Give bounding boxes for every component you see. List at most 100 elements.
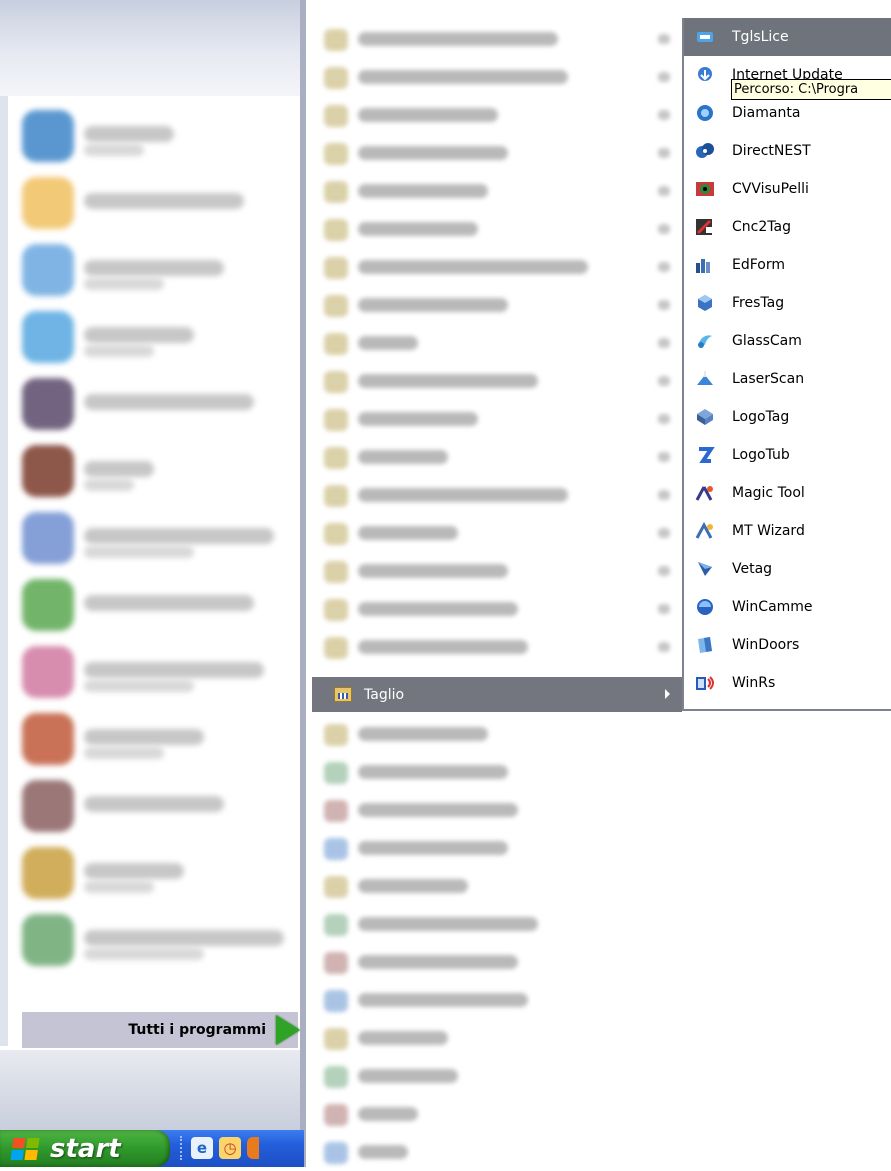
programs-list-item[interactable] (306, 1133, 676, 1171)
submenu-item-magic-tool[interactable]: Magic Tool (684, 474, 891, 512)
programs-list-item[interactable] (306, 324, 676, 362)
submenu-item-logotag[interactable]: LogoTag (684, 398, 891, 436)
programs-list-item[interactable] (306, 438, 676, 476)
programs-item-taglio[interactable]: Taglio (312, 677, 682, 712)
folder-icon (324, 561, 348, 583)
programs-list-item[interactable] (306, 210, 676, 248)
programs-list-item[interactable] (306, 905, 676, 943)
submenu-item-frestag[interactable]: FresTag (684, 284, 891, 322)
programs-list-item[interactable] (306, 172, 676, 210)
programs-list-item[interactable] (306, 362, 676, 400)
programs-list-item[interactable] (306, 400, 676, 438)
pinned-program-item[interactable] (12, 636, 302, 703)
submenu-arrow-icon (658, 338, 670, 348)
pinned-program-item[interactable] (12, 234, 302, 301)
submenu-item-directnest[interactable]: DirectNEST (684, 132, 891, 170)
pinned-program-item[interactable] (12, 502, 302, 569)
programs-list-item[interactable] (306, 286, 676, 324)
submenu-item-edform[interactable]: EdForm (684, 246, 891, 284)
pinned-program-item[interactable] (12, 837, 302, 904)
programs-list-item[interactable] (306, 753, 676, 791)
programs-item-label: Taglio (364, 686, 405, 703)
programs-list-item[interactable] (306, 981, 676, 1019)
firefox-icon[interactable] (247, 1137, 259, 1159)
clock-icon[interactable]: ◷ (219, 1137, 241, 1159)
start-menu-header (0, 0, 304, 96)
program-label-blurred (84, 863, 184, 879)
submenu-item-laserscan[interactable]: LaserScan (684, 360, 891, 398)
programs-list-item[interactable] (306, 1095, 676, 1133)
programs-list-item[interactable] (306, 867, 676, 905)
submenu-arrow-icon (658, 72, 670, 82)
pinned-program-item[interactable] (12, 703, 302, 770)
program-icon (22, 311, 74, 363)
programs-list-item[interactable] (306, 715, 676, 753)
submenu-item-tglslice[interactable]: TglsLice (684, 18, 891, 56)
programs-list-item[interactable] (306, 791, 676, 829)
programs-item-label-blurred (358, 993, 528, 1007)
submenu-item-glasscam[interactable]: GlassCam (684, 322, 891, 360)
submenu-item-label: MT Wizard (732, 523, 805, 539)
pinned-program-item[interactable] (12, 167, 302, 234)
folder-icon (324, 1028, 348, 1050)
all-programs-button[interactable]: Tutti i programmi (22, 1012, 300, 1048)
pinned-program-item[interactable] (12, 904, 302, 971)
submenu-item-label: WinRs (732, 675, 776, 691)
submenu-item-winrs[interactable]: WinRs (684, 664, 891, 702)
submenu-item-label: LogoTub (732, 447, 790, 463)
pinned-program-item[interactable] (12, 435, 302, 502)
pinned-program-item[interactable] (12, 770, 302, 837)
programs-list-item[interactable] (306, 1019, 676, 1057)
submenu-item-label: LaserScan (732, 371, 805, 387)
programs-list-item[interactable] (306, 1057, 676, 1095)
taskbar: start e ◷ (0, 1130, 304, 1167)
submenu-item-vetag[interactable]: Vetag (684, 550, 891, 588)
pinned-program-item[interactable] (12, 301, 302, 368)
program-label-blurred (84, 930, 284, 946)
pinned-program-item[interactable] (12, 569, 302, 636)
submenu-item-mt-wizard[interactable]: MT Wizard (684, 512, 891, 550)
submenu-item-label: GlassCam (732, 333, 802, 349)
program-label-blurred (84, 193, 244, 209)
programs-list-item[interactable] (306, 628, 676, 666)
submenu-item-label: DirectNEST (732, 143, 811, 159)
start-button[interactable]: start (0, 1130, 170, 1167)
toolbar-grip[interactable] (180, 1136, 185, 1160)
programs-list-item[interactable] (306, 829, 676, 867)
programs-item-label-blurred (358, 260, 588, 274)
programs-item-label-blurred (358, 803, 518, 817)
submenu-item-cnc2tag[interactable]: Cnc2Tag (684, 208, 891, 246)
programs-list-item[interactable] (306, 552, 676, 590)
folder-icon (324, 447, 348, 469)
submenu-item-logotub[interactable]: LogoTub (684, 436, 891, 474)
programs-list-item[interactable] (306, 514, 676, 552)
internet-explorer-icon[interactable]: e (191, 1137, 213, 1159)
edform-icon (695, 255, 715, 275)
submenu-item-windoors[interactable]: WinDoors (684, 626, 891, 664)
programs-list-item[interactable] (306, 590, 676, 628)
submenu-item-wincamme[interactable]: WinCamme (684, 588, 891, 626)
submenu-item-cvvisupelli[interactable]: CVVisuPelli (684, 170, 891, 208)
folder-icon (324, 876, 348, 898)
program-label-blurred (84, 662, 264, 678)
programs-list-item[interactable] (306, 248, 676, 286)
programs-list-item[interactable] (306, 96, 676, 134)
programs-list-item[interactable] (306, 58, 676, 96)
program-label-blurred (84, 126, 174, 142)
programs-item-label-blurred (358, 32, 558, 46)
folder-icon (324, 333, 348, 355)
pinned-program-item[interactable] (12, 368, 302, 435)
programs-list-item[interactable] (306, 476, 676, 514)
programs-list-item[interactable] (306, 943, 676, 981)
submenu-arrow-icon (658, 604, 670, 614)
programs-list-item[interactable] (306, 134, 676, 172)
programs-item-label-blurred (358, 640, 528, 654)
programs-item-label-blurred (358, 765, 508, 779)
vetag-icon (695, 559, 715, 579)
submenu-item-label: TglsLice (732, 29, 789, 45)
programs-list-item[interactable] (306, 20, 676, 58)
pinned-program-item[interactable] (12, 100, 302, 167)
program-sublabel-blurred (84, 479, 134, 491)
programs-item-label-blurred (358, 1031, 448, 1045)
folder-icon (324, 143, 348, 165)
